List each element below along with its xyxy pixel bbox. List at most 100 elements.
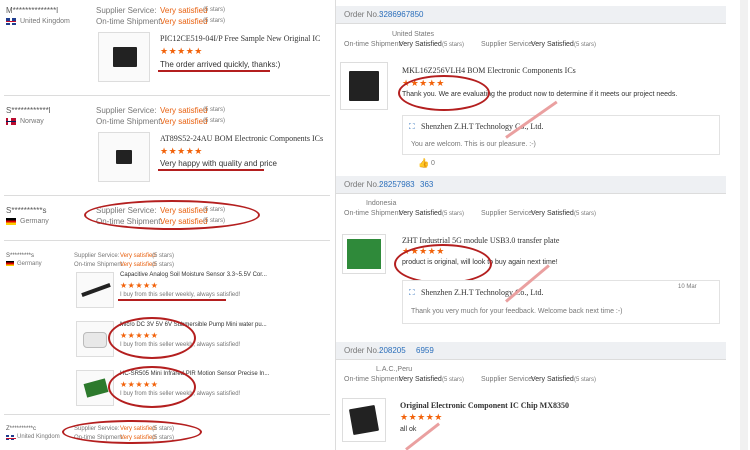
review-country: United Kingdom bbox=[17, 434, 60, 440]
pump-image bbox=[83, 332, 107, 348]
supplier-service-value: Very Satisfied bbox=[531, 376, 574, 383]
product-title[interactable]: MKL16Z256VLH4 BOM Electronic Components … bbox=[402, 66, 576, 75]
supplier-service-stars: (5 stars) bbox=[203, 107, 226, 113]
product-title[interactable]: ZHT Industrial 5G module USB3.0 transfer… bbox=[402, 236, 559, 245]
order-number-link[interactable]: 3286967850 bbox=[379, 10, 424, 19]
supplier-service-label: Supplier Service: bbox=[481, 41, 534, 48]
product-title[interactable]: Capacitive Analog Soil Moisture Sensor 3… bbox=[120, 272, 267, 278]
order-label: Order No.: bbox=[344, 346, 382, 355]
annotation-ellipse bbox=[108, 317, 196, 359]
supplier-service-stars: (5 stars) bbox=[574, 377, 597, 383]
shipment-stars: (5 stars) bbox=[152, 262, 175, 268]
shipment-stars: (5 stars) bbox=[442, 211, 465, 217]
shipment-label: On-time Shipment: bbox=[344, 376, 403, 383]
reply-date: 10 Mar bbox=[678, 284, 697, 290]
product-thumbnail[interactable] bbox=[98, 132, 150, 182]
seller-reply: ⛶ Shenzhen Z.H.T Technology Co., Ltd. Yo… bbox=[402, 115, 720, 155]
supplier-service-label: Supplier Service: bbox=[74, 253, 120, 259]
product-title[interactable]: Original Electronic Component IC Chip MX… bbox=[400, 401, 569, 410]
supplier-service-stars: (5 stars) bbox=[203, 7, 226, 13]
order-header: Order No.: 3286967850 bbox=[336, 6, 726, 24]
rating-stars: ★★★★★ bbox=[400, 412, 443, 422]
reply-company-icon: ⛶ bbox=[409, 122, 415, 131]
seller-reply: ⛶ Shenzhen Z.H.T Technology Co., Ltd. 10… bbox=[402, 280, 720, 324]
reply-text: You are welcom. This is our pleasure. :-… bbox=[411, 141, 536, 148]
product-thumbnail[interactable] bbox=[342, 398, 386, 442]
review-country: Norway bbox=[20, 118, 44, 125]
chip-image bbox=[349, 71, 379, 101]
annotation-ellipse bbox=[84, 200, 260, 230]
divider bbox=[4, 414, 330, 415]
product-title[interactable]: AT89S52-24AU BOM Electronic Components I… bbox=[160, 134, 323, 143]
rating-stars: ★★★★★ bbox=[160, 46, 203, 56]
scrollbar[interactable] bbox=[740, 0, 748, 450]
review-country: Germany bbox=[20, 218, 49, 225]
review-username: S*********s bbox=[6, 253, 35, 259]
order-header: Order No.: 28257983 363 bbox=[336, 176, 726, 194]
shipment-stars: (5 stars) bbox=[203, 18, 226, 24]
pcb-image bbox=[347, 239, 381, 269]
order-number-tail[interactable]: 363 bbox=[420, 180, 433, 189]
order-number-link[interactable]: 208205 bbox=[379, 346, 406, 355]
norway-flag-icon bbox=[6, 118, 16, 125]
germany-flag-icon bbox=[6, 261, 14, 266]
chip-image bbox=[348, 404, 380, 436]
shipment-stars: (5 stars) bbox=[442, 42, 465, 48]
product-title[interactable]: PIC12CE519-04I/P Free Sample New Origina… bbox=[160, 34, 320, 43]
shipment-value: Very Satisfied bbox=[399, 41, 442, 48]
review-username: M**************l bbox=[6, 6, 59, 15]
supplier-service-stars: (5 stars) bbox=[152, 253, 175, 259]
shipment-value: Very Satisfied bbox=[399, 376, 442, 383]
uk-flag-icon bbox=[6, 435, 16, 440]
product-thumbnail[interactable] bbox=[98, 32, 150, 82]
shipment-label: On-time Shipment: bbox=[344, 41, 403, 48]
review-country: United Kingdom bbox=[20, 18, 70, 25]
product-thumbnail[interactable] bbox=[342, 234, 386, 274]
product-thumbnail[interactable] bbox=[76, 272, 114, 308]
rating-stars: ★★★★★ bbox=[120, 281, 159, 290]
supplier-service-label: Supplier Service: bbox=[481, 376, 534, 383]
review-username: S**********s bbox=[6, 206, 47, 215]
chip-image bbox=[113, 47, 137, 67]
supplier-service-label: Supplier Service: bbox=[481, 210, 534, 217]
annotation-underline bbox=[158, 70, 270, 72]
review-country: Germany bbox=[17, 261, 42, 267]
shipment-stars: (5 stars) bbox=[203, 118, 226, 124]
supplier-service-value: Very Satisfied bbox=[531, 210, 574, 217]
annotation-ellipse bbox=[398, 75, 490, 111]
supplier-service-label: Supplier Service: bbox=[96, 6, 157, 15]
left-panel: M**************l United Kingdom Supplier… bbox=[0, 0, 333, 450]
sensor-image bbox=[81, 282, 111, 298]
buyer-info: L.A.C.,Peru bbox=[376, 366, 413, 373]
annotation-ellipse bbox=[394, 244, 492, 284]
annotation-ellipse bbox=[108, 366, 196, 408]
buyer-info: United States bbox=[392, 31, 435, 38]
divider bbox=[4, 195, 330, 196]
buyer-info: Indonesia bbox=[366, 200, 397, 207]
review-comment: Very happy with quality and price bbox=[160, 159, 277, 168]
supplier-service-value: Very satisfied bbox=[120, 253, 156, 259]
like-icon[interactable]: 👍 bbox=[418, 158, 429, 169]
shipment-label: On-time Shipment: bbox=[344, 210, 403, 217]
shipment-value: Very satisfied bbox=[160, 117, 208, 126]
annotation-underline bbox=[118, 299, 226, 301]
germany-flag-icon bbox=[6, 218, 16, 225]
rating-stars: ★★★★★ bbox=[160, 146, 203, 156]
uk-flag-icon bbox=[6, 18, 16, 25]
review-username: S************l bbox=[6, 106, 51, 115]
supplier-service-value: Very satisfied bbox=[160, 106, 208, 115]
annotation-ellipse bbox=[62, 420, 202, 444]
supplier-service-stars: (5 stars) bbox=[574, 211, 597, 217]
shipment-label: On-time Shipment: bbox=[74, 262, 125, 268]
supplier-service-stars: (5 stars) bbox=[574, 42, 597, 48]
order-number-link[interactable]: 28257983 bbox=[379, 180, 415, 189]
shipment-label: On-time Shipment: bbox=[96, 117, 163, 126]
divider bbox=[4, 95, 330, 96]
supplier-service-value: Very Satisfied bbox=[531, 41, 574, 48]
chip-image bbox=[116, 150, 132, 164]
product-thumbnail[interactable] bbox=[340, 62, 388, 110]
order-number-tail[interactable]: 6959 bbox=[416, 346, 434, 355]
shipment-value: Very satisfied bbox=[120, 262, 156, 268]
shipment-value: Very satisfied bbox=[160, 17, 208, 26]
annotation-underline bbox=[158, 169, 264, 171]
